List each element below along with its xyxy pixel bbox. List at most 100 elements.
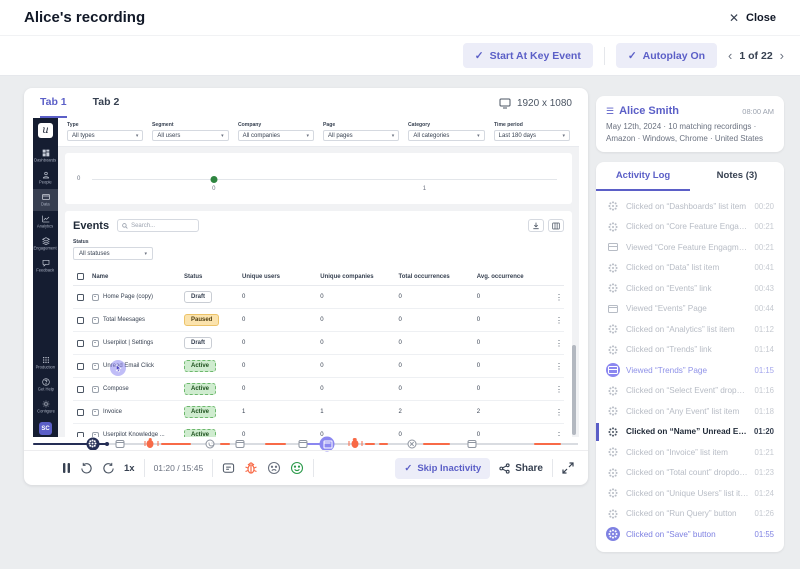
timeline-event-marker[interactable]	[407, 439, 417, 448]
previous-recording-button[interactable]: ‹	[728, 49, 732, 62]
select-all-checkbox	[77, 273, 84, 280]
timeline-event-marker[interactable]	[144, 439, 159, 448]
engagement-icon	[41, 237, 50, 245]
event-tag-icon	[92, 293, 99, 301]
report-bug-button[interactable]	[244, 461, 258, 475]
timeline-event-marker[interactable]	[205, 439, 215, 448]
download-icon	[533, 222, 539, 229]
timeline-event-marker[interactable]	[115, 439, 125, 448]
activity-log-item[interactable]: Clicked on “Trends” link 01:14	[596, 340, 784, 361]
autoplay-toggle-button[interactable]: ✓ Autoplay On	[615, 43, 718, 68]
chart-y-tick: 0	[77, 175, 81, 182]
timeline-event-marker[interactable]	[298, 439, 308, 448]
activity-log-item[interactable]: Clicked on “Analytics” list item 01:12	[596, 319, 784, 340]
start-at-key-event-button[interactable]: ✓ Start At Key Event	[462, 43, 593, 68]
sidebar-item-data: Data	[33, 189, 58, 211]
timeline-segment	[264, 443, 287, 445]
chart-data-point	[210, 176, 218, 183]
activity-event-icon	[612, 205, 614, 208]
filter-group: Company All companies	[237, 122, 314, 141]
controls-divider	[313, 459, 315, 477]
events-panel: Events Search... Status All statuses ▾ N…	[65, 211, 572, 437]
activity-event-icon	[612, 492, 614, 495]
activity-log-item[interactable]: Clicked on “Total count” dropdown 01:23	[596, 463, 784, 484]
activity-log-item[interactable]: Clicked on “Any Event” list item 01:18	[596, 401, 784, 422]
tab-2[interactable]: Tab 2	[93, 88, 120, 118]
sidebar-item-engagement: Engagement	[33, 233, 58, 255]
fullscreen-button[interactable]	[562, 462, 574, 474]
column-name: Name	[88, 268, 180, 286]
timeline-event-marker[interactable]	[319, 436, 335, 451]
event-table-row: Userpilot Knowledge ... Active 0 0 0 0 ⋮	[73, 423, 564, 437]
data-icon	[41, 194, 50, 200]
activity-log-item[interactable]: Clicked on “Invoice” list item 01:21	[596, 442, 784, 463]
feedback-icon	[42, 260, 49, 267]
unique-companies-value: 0	[316, 308, 395, 332]
recording-frame[interactable]: u Dashboards People Data Analytics Engag…	[33, 118, 579, 437]
analytics-icon	[41, 215, 49, 223]
activity-log-item[interactable]: Clicked on “Core Feature Engagem... 00:2…	[596, 217, 784, 238]
rewind-10-button[interactable]	[80, 462, 93, 475]
activity-log-item[interactable]: Clicked on “Select Event” dropdown 01:16	[596, 381, 784, 402]
recorded-app-main: Type All types Segment All users Company…	[58, 118, 579, 437]
activity-log-item[interactable]: Clicked on “Dashboards” list item 00:20	[596, 196, 784, 217]
next-recording-button[interactable]: ›	[780, 49, 784, 62]
forward-10-icon	[103, 462, 114, 473]
filter-dropdown: Last 180 days	[493, 130, 570, 141]
screen-resolution: 1920 x 1080	[499, 88, 572, 118]
activity-event-icon	[612, 451, 614, 454]
frown-reaction-button[interactable]	[267, 461, 281, 475]
close-label: Close	[746, 11, 776, 24]
session-user-card[interactable]: ☰ Alice Smith 08:00 AM May 12th, 2024 · …	[596, 96, 784, 152]
activity-timestamp: 00:44	[754, 304, 774, 314]
activity-event-icon	[612, 348, 614, 351]
tab-1[interactable]: Tab 1	[40, 88, 67, 118]
forward-10-button[interactable]	[102, 462, 115, 475]
row-menu-icon: ⋮	[551, 377, 564, 401]
share-label: Share	[515, 462, 543, 474]
playback-speed[interactable]: 1x	[124, 463, 135, 474]
activity-log-item[interactable]: Clicked on “Unique Users” list item 01:2…	[596, 483, 784, 504]
pause-button[interactable]	[62, 462, 71, 474]
activity-log-item[interactable]: Clicked on “Run Query” button 01:26	[596, 504, 784, 525]
activity-text: Clicked on “Analytics” list item	[626, 324, 735, 334]
activity-log-item[interactable]: Viewed “Trends” Page 01:15	[596, 360, 784, 381]
activity-icon-wrap	[606, 404, 620, 418]
total-occurrences-value: 0	[394, 377, 473, 401]
total-occurrences-value: 0	[394, 285, 473, 309]
help-icon	[41, 378, 50, 386]
smile-reaction-button[interactable]	[290, 461, 304, 475]
close-button[interactable]: ✕ Close	[729, 11, 776, 25]
trends-mini-chart: 0 0 1	[65, 153, 572, 204]
row-checkbox	[77, 293, 84, 301]
activity-log-item[interactable]: Clicked on “Name” Unread Email C... 01:2…	[596, 422, 784, 443]
session-player-window: Alice's recording ✕ Close ✓ Start At Key…	[0, 0, 800, 569]
tab-notes[interactable]: Notes (3)	[690, 162, 784, 191]
activity-log-item[interactable]: Clicked on “Save” button 01:55	[596, 524, 784, 545]
player-timeline[interactable]	[33, 436, 578, 451]
timeline-event-marker[interactable]	[235, 439, 245, 448]
skip-inactivity-toggle[interactable]: ✓ Skip Inactivity	[395, 457, 491, 479]
activity-log-item[interactable]: Clicked on “Data” list item 00:41	[596, 258, 784, 279]
activity-log-list: Clicked on “Dashboards” list item 00:20 …	[596, 191, 784, 552]
activity-log-item[interactable]: Clicked on “Events” link 00:43	[596, 278, 784, 299]
activity-timestamp: 00:41	[754, 263, 774, 273]
add-note-button[interactable]	[222, 462, 235, 475]
activity-log-item[interactable]: Viewed “Events” Page 00:44	[596, 299, 784, 320]
timeline-event-marker[interactable]	[104, 441, 109, 446]
activity-icon-wrap	[606, 343, 620, 357]
activity-log-item[interactable]: Viewed “Core Feature Engagment” 00:21	[596, 237, 784, 258]
unique-users-value: 0	[238, 423, 317, 437]
activity-icon-wrap	[606, 527, 620, 542]
tab-activity-log[interactable]: Activity Log	[596, 162, 690, 191]
timeline-event-marker[interactable]	[467, 439, 477, 448]
unique-users-value: 0	[238, 354, 317, 378]
activity-text: Clicked on “Total count” dropdown	[626, 468, 749, 478]
sidebar-item-people: People	[33, 167, 58, 189]
timeline-event-marker[interactable]	[348, 439, 363, 448]
activity-icon-wrap	[606, 199, 620, 213]
event-name: Userpilot | Settings	[103, 340, 154, 346]
share-button[interactable]: Share	[499, 463, 543, 474]
timeline-event-marker[interactable]	[86, 437, 100, 450]
activity-event-icon	[608, 366, 618, 375]
